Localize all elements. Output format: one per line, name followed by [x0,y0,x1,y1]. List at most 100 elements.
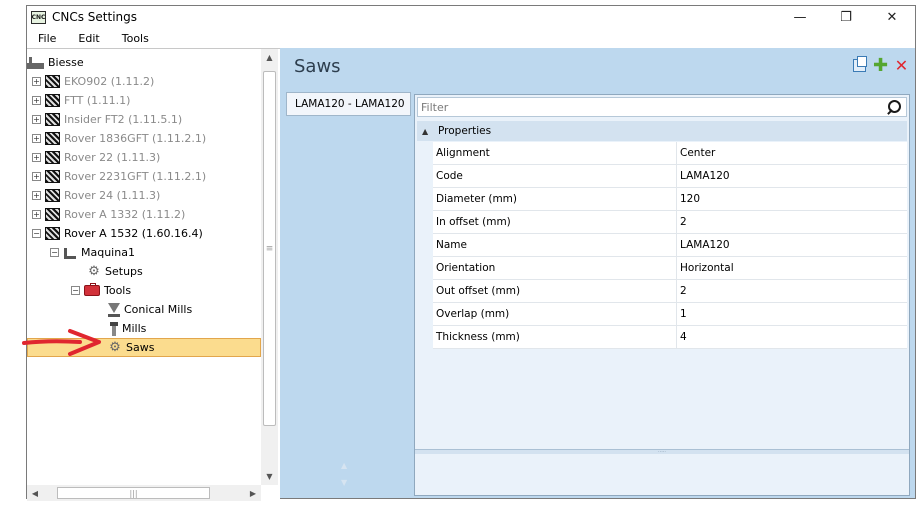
property-value[interactable]: Center [677,142,907,164]
window-title: CNCs Settings [52,10,138,24]
machine-icon [45,189,60,202]
list-item[interactable]: LAMA120 - LAMA120 [286,92,411,116]
expand-icon[interactable]: + [32,115,41,124]
property-row[interactable]: Name LAMA120 [433,234,907,257]
property-value[interactable]: 2 [677,211,907,233]
tree-item-label: Rover A 1532 (1.60.16.4) [64,227,203,240]
property-name: In offset (mm) [433,211,677,233]
tree-item-machine[interactable]: + Rover 1836GFT (1.11.2.1) [27,129,261,148]
scroll-thumb[interactable]: ||| [57,487,210,499]
saw-blade-icon: ⚙ [109,339,121,355]
expand-icon[interactable]: + [32,191,41,200]
property-grid: ▲ Properties Alignment Center Code LAMA1… [414,94,910,496]
scroll-left-arrow-icon[interactable]: ◀ [27,485,43,501]
close-button[interactable]: ✕ [869,6,915,28]
property-name: Overlap (mm) [433,303,677,325]
property-value[interactable]: LAMA120 [677,234,907,256]
tree-item-label: Setups [105,265,143,278]
menu-file[interactable]: File [27,32,67,45]
expand-icon[interactable]: + [32,96,41,105]
property-row[interactable]: Diameter (mm) 120 [433,188,907,211]
machine-icon [45,75,60,88]
properties-section-header[interactable]: ▲ Properties [417,121,907,141]
tree-item-label: Rover 2231GFT (1.11.2.1) [64,170,207,183]
tree-item-label: Rover A 1332 (1.11.2) [64,208,186,221]
property-name: Code [433,165,677,187]
property-value[interactable]: 4 [677,326,907,348]
tree-item-setups[interactable]: ⚙ Setups [27,262,261,281]
tree-item-conical-mills[interactable]: Conical Mills [27,300,261,319]
tree-item-label: EKO902 (1.11.2) [64,75,155,88]
scroll-down-arrow-icon[interactable]: ▼ [261,468,278,485]
tree-item-machine[interactable]: + EKO902 (1.11.2) [27,72,261,91]
title-bar: CNC CNCs Settings — ❐ ✕ [27,6,915,28]
properties-table: Alignment Center Code LAMA120 Diameter (… [433,142,907,349]
property-name: Orientation [433,257,677,279]
scroll-up-arrow-icon[interactable]: ▲ [261,49,278,66]
property-value[interactable]: 2 [677,280,907,302]
tree-item-label: Maquina1 [81,246,135,259]
menu-edit[interactable]: Edit [67,32,110,45]
tree-item-tools[interactable]: − Tools [27,281,261,300]
conical-mill-icon [108,302,120,317]
scroll-thumb[interactable]: ≡ [263,71,276,426]
property-row[interactable]: In offset (mm) 2 [433,211,907,234]
property-name: Alignment [433,142,677,164]
tree-item-label: Rover 24 (1.11.3) [64,189,161,202]
section-label: Properties [438,125,492,137]
expand-icon[interactable]: + [32,77,41,86]
tree-item-machine[interactable]: + Rover A 1332 (1.11.2) [27,205,261,224]
expand-icon[interactable]: + [32,153,41,162]
tree-item-biesse[interactable]: Biesse [27,53,261,72]
collapse-arrow-icon[interactable]: ▲ [422,127,438,136]
property-value[interactable]: 1 [677,303,907,325]
menu-bar: File Edit Tools [27,29,915,47]
tree-item-maquina[interactable]: − Maquina1 [27,243,261,262]
tree-item-label: Biesse [48,56,84,69]
property-row[interactable]: Overlap (mm) 1 [433,303,907,326]
search-icon[interactable] [886,100,901,115]
gear-icon: ⚙ [88,263,100,279]
property-value[interactable]: Horizontal [677,257,907,279]
list-scroll-up-icon[interactable]: ▲ [341,461,347,470]
property-value[interactable]: LAMA120 [677,165,907,187]
property-row[interactable]: Out offset (mm) 2 [433,280,907,303]
copy-icon [853,56,867,72]
tree-item-machine[interactable]: + Rover 24 (1.11.3) [27,186,261,205]
page-title: Saws [294,56,341,77]
machine-tree: Biesse + EKO902 (1.11.2) + FTT (1.11.1) … [27,53,261,478]
tree-item-machine[interactable]: + Rover 2231GFT (1.11.2.1) [27,167,261,186]
tree-horizontal-scrollbar[interactable]: ◀ ||| ▶ [27,485,261,501]
property-value[interactable]: 120 [677,188,907,210]
minimize-button[interactable]: — [777,6,823,28]
collapse-icon[interactable]: − [50,248,59,257]
property-row[interactable]: Thickness (mm) 4 [433,326,907,349]
machine-icon [45,208,60,221]
tree-item-label: Mills [122,322,147,335]
filter-input[interactable] [421,99,881,115]
tree-item-machine[interactable]: + FTT (1.11.1) [27,91,261,110]
scroll-right-arrow-icon[interactable]: ▶ [245,485,261,501]
machine-icon [45,132,60,145]
tree-item-machine-expanded[interactable]: − Rover A 1532 (1.60.16.4) [27,224,261,243]
tree-item-machine[interactable]: + Rover 22 (1.11.3) [27,148,261,167]
menu-tools[interactable]: Tools [111,32,160,45]
expand-icon[interactable]: + [32,134,41,143]
add-icon[interactable]: ✚ [873,57,888,75]
list-scroll-down-icon[interactable]: ▼ [341,478,347,487]
delete-icon[interactable]: ✕ [894,58,909,74]
tree-item-label: Conical Mills [124,303,193,316]
restore-button[interactable]: ❐ [823,6,869,28]
expand-icon[interactable]: + [32,172,41,181]
red-arrow-annotation [22,329,101,356]
copy-button[interactable] [852,56,867,73]
collapse-icon[interactable]: − [32,229,41,238]
collapse-icon[interactable]: − [71,286,80,295]
property-row[interactable]: Code LAMA120 [433,165,907,188]
tree-vertical-scrollbar[interactable]: ▲ ≡ ▼ [261,49,278,485]
property-row[interactable]: Alignment Center [433,142,907,165]
tree-item-machine[interactable]: + Insider FT2 (1.11.5.1) [27,110,261,129]
machine-icon [45,227,60,240]
expand-icon[interactable]: + [32,210,41,219]
property-row[interactable]: Orientation Horizontal [433,257,907,280]
